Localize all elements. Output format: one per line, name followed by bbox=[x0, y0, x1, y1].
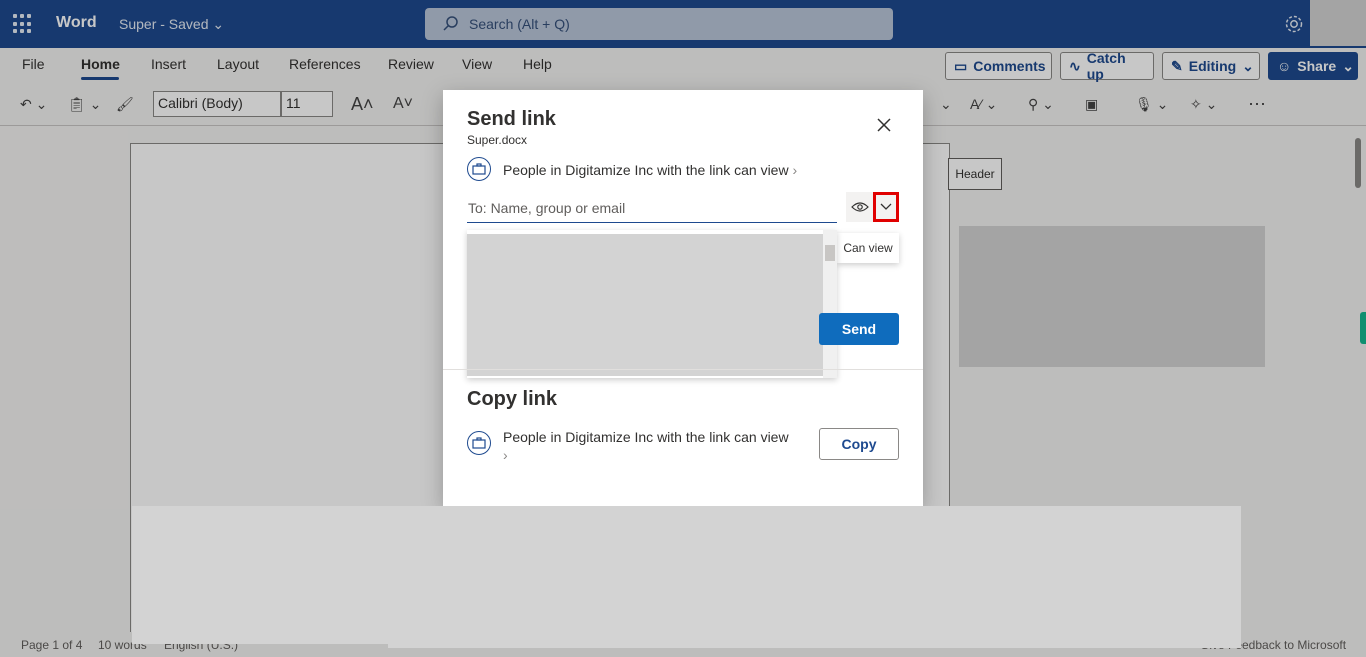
link-permission-setting[interactable]: People in Digitamize Inc with the link c… bbox=[503, 162, 797, 178]
close-icon[interactable] bbox=[874, 115, 894, 135]
chevron-down-icon bbox=[880, 203, 892, 210]
redacted-area bbox=[132, 506, 390, 644]
chevron-right-icon: › bbox=[503, 447, 508, 463]
copy-link-permission-setting[interactable]: People in Digitamize Inc with the link c… bbox=[503, 428, 803, 464]
redacted-area bbox=[388, 506, 1241, 648]
chevron-right-icon: › bbox=[792, 162, 798, 178]
permission-dropdown-button[interactable] bbox=[873, 192, 899, 222]
suggestions-scroll-thumb[interactable] bbox=[825, 245, 835, 261]
permission-view-button[interactable] bbox=[846, 192, 874, 222]
permission-tooltip: Can view bbox=[837, 233, 899, 263]
dialog-title: Send link bbox=[467, 108, 556, 130]
send-button[interactable]: Send bbox=[819, 313, 899, 345]
link-permission-text: People in Digitamize Inc with the link c… bbox=[503, 162, 789, 178]
dialog-filename: Super.docx bbox=[467, 133, 528, 147]
section-divider bbox=[443, 369, 923, 370]
copy-button[interactable]: Copy bbox=[819, 428, 899, 460]
eye-icon bbox=[851, 202, 869, 212]
copy-link-title: Copy link bbox=[467, 388, 558, 410]
suggestions-placeholder bbox=[467, 234, 823, 376]
copy-link-permission-text: People in Digitamize Inc with the link c… bbox=[503, 429, 789, 445]
recipient-input[interactable] bbox=[467, 193, 837, 223]
briefcase-icon bbox=[467, 157, 491, 181]
briefcase-icon bbox=[467, 431, 491, 455]
